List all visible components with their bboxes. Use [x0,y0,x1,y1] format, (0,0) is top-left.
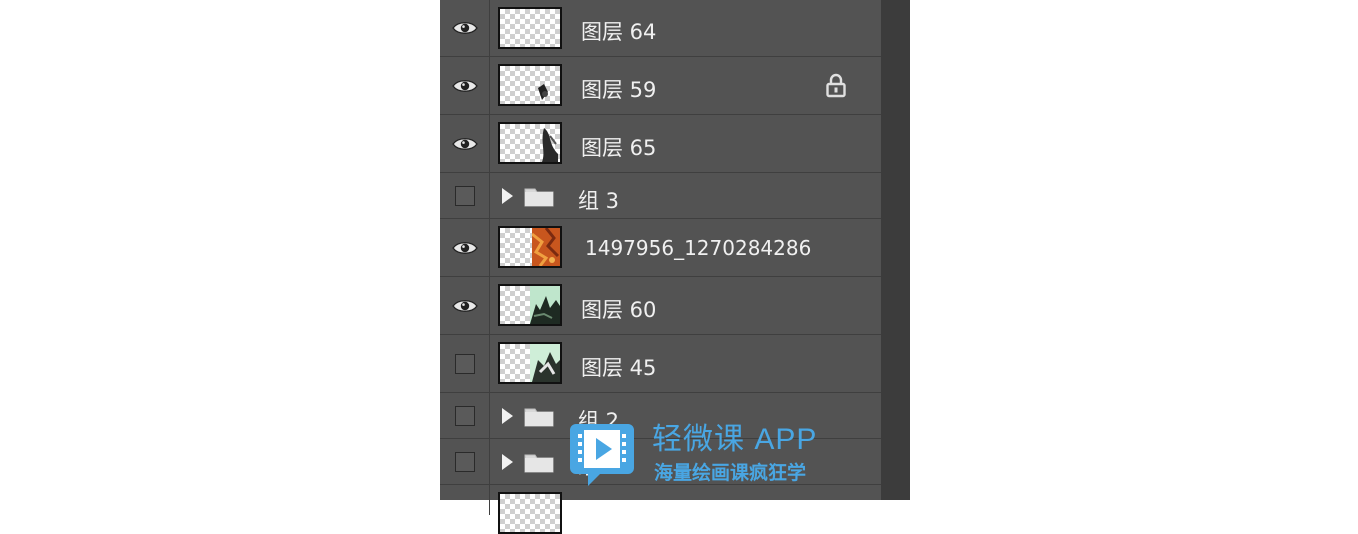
expand-caret-icon[interactable] [502,188,513,204]
visibility-toggle[interactable] [440,393,490,438]
layer-thumbnail [498,342,562,384]
visibility-toggle[interactable] [440,115,490,172]
group-row[interactable]: 组 3 [440,173,881,219]
layer-row[interactable]: 1497956_1270284286 [440,219,881,277]
layer-thumbnail [498,226,562,268]
folder-icon [524,454,554,473]
layer-row[interactable]: 图层 60 [440,277,881,335]
visibility-toggle[interactable] [440,57,490,114]
eye-icon [451,79,478,92]
visibility-checkbox[interactable] [454,405,475,426]
watermark-title: 轻微课 APP [652,423,818,456]
eye-icon [451,241,478,254]
panel-scrollbar[interactable] [881,0,910,500]
layer-name[interactable]: 图层 59 [581,74,656,104]
visibility-checkbox[interactable] [454,451,475,472]
visibility-toggle[interactable] [440,335,490,392]
visibility-checkbox[interactable] [454,185,475,206]
layer-thumbnail [498,492,562,534]
folder-icon [524,408,554,427]
layer-thumbnail [498,122,562,164]
layer-row[interactable]: 图层 64 [440,0,881,57]
layer-thumbnail [498,7,562,49]
watermark: 轻微课 APP 海量绘画课疯狂学 [570,414,840,494]
folder-icon [524,188,554,207]
layer-row[interactable]: 图层 59 [440,57,881,115]
visibility-checkbox[interactable] [454,353,475,374]
layer-name[interactable]: 图层 45 [581,352,656,382]
app-logo-icon [570,424,634,486]
layer-name[interactable]: 1497956_1270284286 [585,236,811,260]
lock-icon [826,73,846,98]
layer-name[interactable]: 图层 60 [581,294,656,324]
eye-icon [451,299,478,312]
eye-icon [451,22,478,34]
eye-icon [451,137,478,150]
expand-caret-icon[interactable] [502,408,513,424]
expand-caret-icon[interactable] [502,454,513,470]
visibility-toggle[interactable] [440,485,490,515]
layer-thumbnail [498,284,562,326]
visibility-toggle[interactable] [440,173,490,218]
visibility-toggle[interactable] [440,439,490,484]
group-name[interactable]: 组 3 [578,185,619,215]
layer-name[interactable]: 图层 64 [581,16,656,46]
layer-thumbnail [498,64,562,106]
layer-row[interactable]: 图层 65 [440,115,881,173]
visibility-toggle[interactable] [440,0,490,56]
watermark-subtitle: 海量绘画课疯狂学 [654,462,807,484]
visibility-toggle[interactable] [440,219,490,276]
layer-name[interactable]: 图层 65 [581,132,656,162]
layer-row[interactable]: 图层 45 [440,335,881,393]
visibility-toggle[interactable] [440,277,490,334]
